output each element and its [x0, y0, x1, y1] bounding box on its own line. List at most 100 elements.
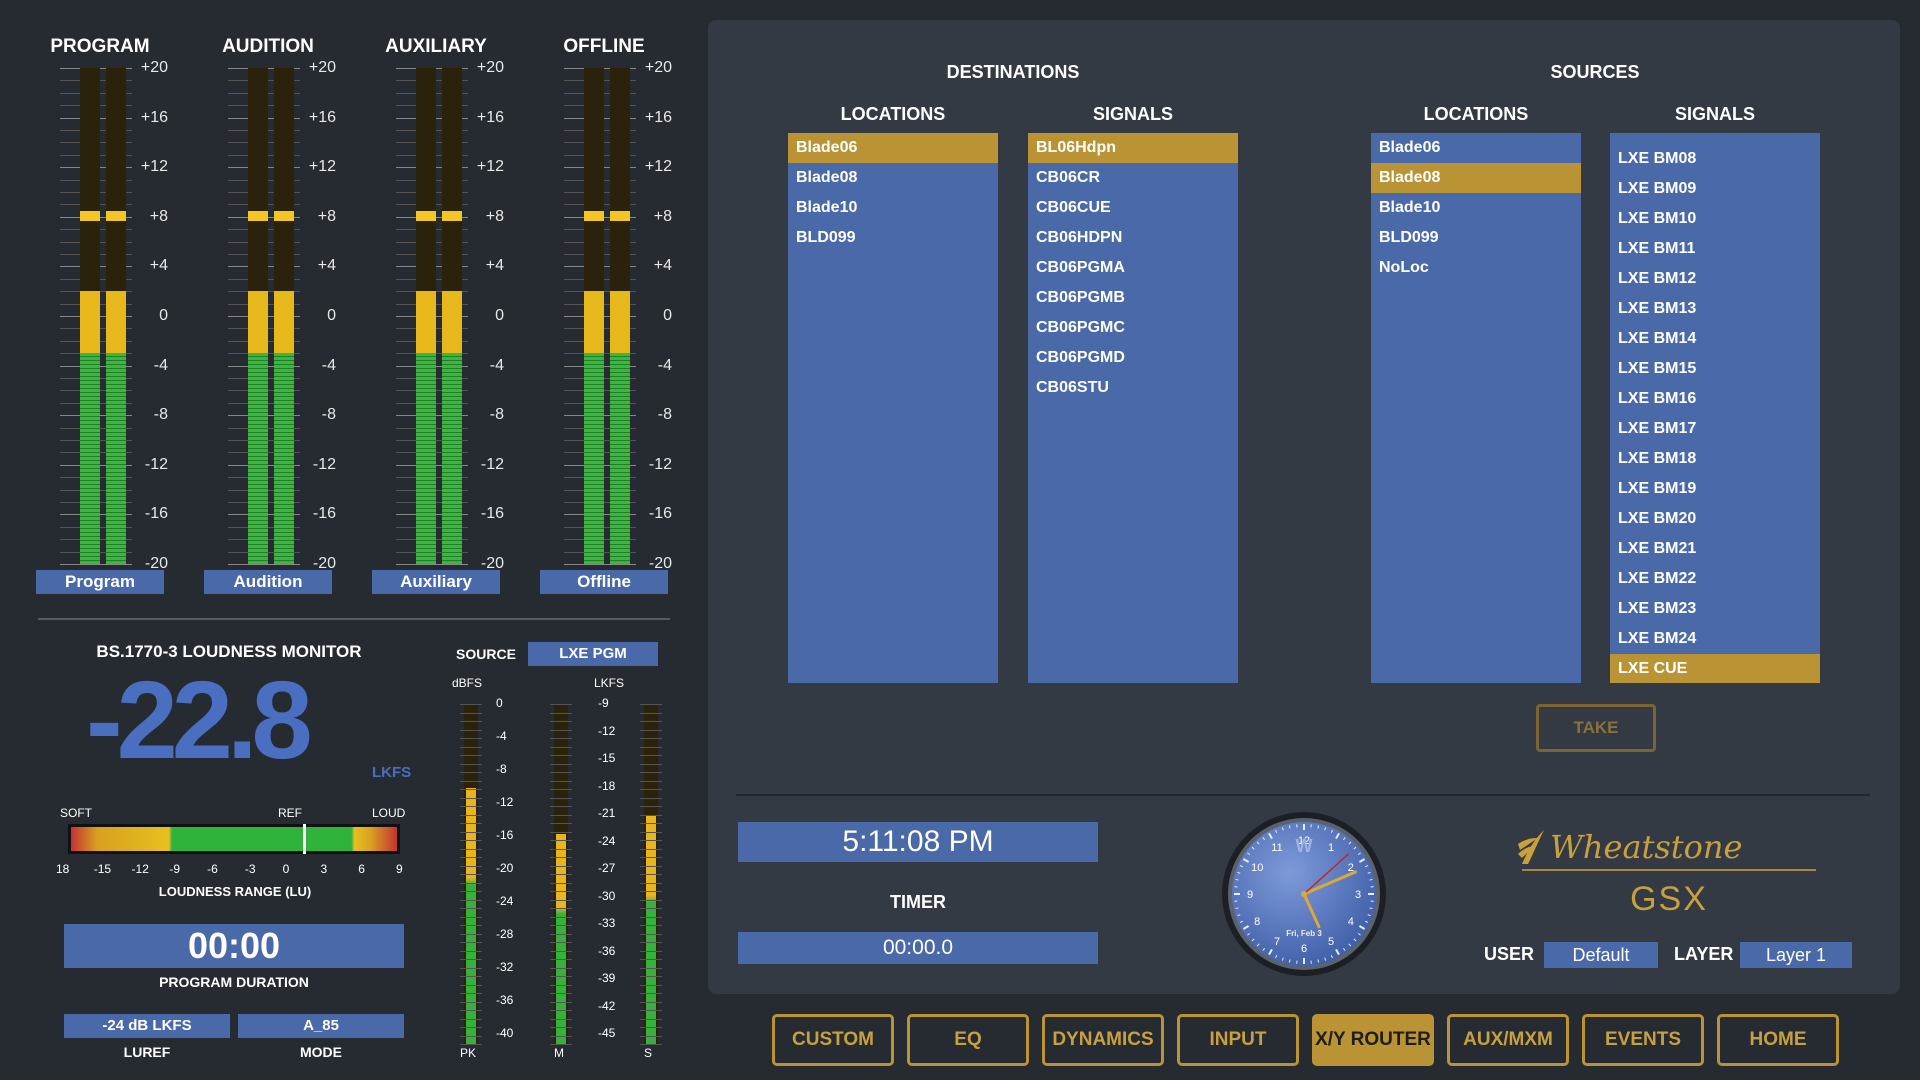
meter-scale-label: -12	[144, 455, 168, 473]
vu-tick	[640, 942, 662, 943]
vu-tick	[640, 721, 662, 722]
meter-channel-bar	[584, 68, 604, 564]
meter-scale-label: +12	[140, 158, 168, 176]
nav-aux-mxm[interactable]: AUX/MXM	[1447, 1014, 1569, 1066]
range-label-soft: SOFT	[60, 806, 92, 820]
list-item[interactable]: LXE BM22	[1610, 564, 1820, 594]
list-item[interactable]: LXE BM17	[1610, 414, 1820, 444]
list-item[interactable]: NoLoc	[1371, 253, 1581, 283]
luref-button[interactable]: -24 dB LKFS	[64, 1014, 230, 1038]
take-button[interactable]: TAKE	[1536, 704, 1656, 752]
list-item[interactable]: LXE BM24	[1610, 624, 1820, 654]
src-signals-list[interactable]: LXE BM07LXE BM08LXE BM09LXE BM10LXE BM11…	[1610, 133, 1820, 683]
vu-tick	[640, 789, 662, 790]
list-item[interactable]: LXE BM13	[1610, 294, 1820, 324]
dbfs-scale-label: -16	[496, 828, 514, 842]
list-item[interactable]: Blade10	[1371, 193, 1581, 223]
list-item[interactable]: LXE BM21	[1610, 534, 1820, 564]
vu-tick	[550, 814, 572, 816]
meter-peak-hold	[248, 210, 268, 221]
dest-locations-list[interactable]: Blade06 Blade08 Blade10 BLD099	[788, 133, 998, 683]
vu-tick	[550, 882, 572, 884]
nav-events[interactable]: EVENTS	[1582, 1014, 1704, 1066]
list-item[interactable]: LXE BM07	[1610, 133, 1820, 144]
meter-title: OFFLINE	[563, 36, 645, 57]
list-item[interactable]: CB06HDPN	[1028, 223, 1238, 253]
meter-scale-label: -4	[321, 356, 336, 374]
list-item[interactable]: LXE BM10	[1610, 204, 1820, 234]
nav-xy-router[interactable]: X/Y ROUTER	[1312, 1014, 1434, 1066]
list-item[interactable]: LXE BM14	[1610, 324, 1820, 354]
list-item[interactable]: CB06PGMA	[1028, 253, 1238, 283]
list-item[interactable]: LXE BM11	[1610, 234, 1820, 264]
meter-level-green	[274, 353, 294, 564]
meter-source-button[interactable]: Offline	[540, 570, 668, 594]
list-item[interactable]: CB06CUE	[1028, 193, 1238, 223]
nav-home[interactable]: HOME	[1717, 1014, 1839, 1066]
list-item[interactable]: LXE BM18	[1610, 444, 1820, 474]
meter-source-button[interactable]: Program	[36, 570, 164, 594]
list-item[interactable]: LXE BM08	[1610, 144, 1820, 174]
list-item[interactable]: BLD099	[1371, 223, 1581, 253]
clock-date: Fri, Feb 3	[1286, 929, 1322, 938]
list-item[interactable]: CB06PGMB	[1028, 283, 1238, 313]
list-item[interactable]: LXE BM16	[1610, 384, 1820, 414]
vu-tick	[550, 950, 572, 952]
vu-tick	[460, 891, 482, 892]
meter-source-button[interactable]: Auxiliary	[372, 570, 500, 594]
list-item[interactable]: Blade06	[1371, 133, 1581, 163]
list-item[interactable]: CB06PGMD	[1028, 343, 1238, 373]
list-item[interactable]: LXE CUE	[1610, 654, 1820, 683]
meter-level-yellow	[416, 291, 436, 354]
loudness-range-bar	[68, 824, 400, 854]
list-item[interactable]: CB06CR	[1028, 163, 1238, 193]
timer-display[interactable]: 00:00.0	[738, 932, 1098, 964]
source-select[interactable]: LXE PGM	[528, 642, 658, 666]
meter-channel-bar	[106, 68, 126, 564]
meter-scale-label: -8	[321, 406, 336, 424]
vu-tick	[550, 899, 572, 901]
nav-dynamics[interactable]: DYNAMICS	[1042, 1014, 1164, 1066]
vu-tick	[460, 874, 482, 875]
meter-level-green	[80, 353, 100, 564]
user-select[interactable]: Default	[1544, 942, 1658, 968]
lkfs-scale-label: -39	[598, 971, 616, 985]
list-item[interactable]: LXE BM09	[1610, 174, 1820, 204]
wheat-icon	[1518, 830, 1544, 864]
meter-source-button[interactable]: Audition	[204, 570, 332, 594]
mode-button[interactable]: A_85	[238, 1014, 404, 1038]
list-item[interactable]: LXE BM19	[1610, 474, 1820, 504]
vu-tick	[550, 780, 572, 782]
layer-select[interactable]: Layer 1	[1740, 942, 1852, 968]
dest-signals-list[interactable]: BL06Hdpn CB06CR CB06CUE CB06HDPN CB06PGMA CB0…	[1028, 133, 1238, 683]
list-item[interactable]: BLD099	[788, 223, 998, 253]
mode-label: MODE	[300, 1044, 342, 1060]
vu-tick	[550, 916, 572, 918]
nav-eq[interactable]: EQ	[907, 1014, 1029, 1066]
meter-peak-hold	[106, 210, 126, 221]
clock-numeral: 10	[1251, 862, 1263, 874]
list-item[interactable]: CB06STU	[1028, 373, 1238, 403]
list-item[interactable]: LXE BM20	[1610, 504, 1820, 534]
vu-tick	[460, 959, 482, 960]
list-item[interactable]: Blade08	[788, 163, 998, 193]
vu-tick	[550, 746, 572, 748]
clock-tick	[1235, 878, 1239, 881]
list-item[interactable]: LXE BM12	[1610, 264, 1820, 294]
list-item[interactable]: LXE BM15	[1610, 354, 1820, 384]
vu-tick	[640, 848, 662, 850]
list-item[interactable]: BL06Hdpn	[1028, 133, 1238, 163]
list-item[interactable]: Blade10	[788, 193, 998, 223]
list-item[interactable]: CB06PGMC	[1028, 313, 1238, 343]
meter-scale-label: +12	[644, 158, 672, 176]
vu-tick	[460, 704, 482, 705]
list-item[interactable]: Blade08	[1371, 163, 1581, 193]
src-locations-list[interactable]: Blade06 Blade08 Blade10 BLD099 NoLoc	[1371, 133, 1581, 683]
nav-input[interactable]: INPUT	[1177, 1014, 1299, 1066]
list-item[interactable]: LXE BM23	[1610, 594, 1820, 624]
nav-custom[interactable]: CUSTOM	[772, 1014, 894, 1066]
vu-tick	[460, 746, 482, 748]
range-title: LOUDNESS RANGE (LU)	[158, 884, 312, 899]
list-item[interactable]: Blade06	[788, 133, 998, 163]
vu-tick	[550, 848, 572, 850]
